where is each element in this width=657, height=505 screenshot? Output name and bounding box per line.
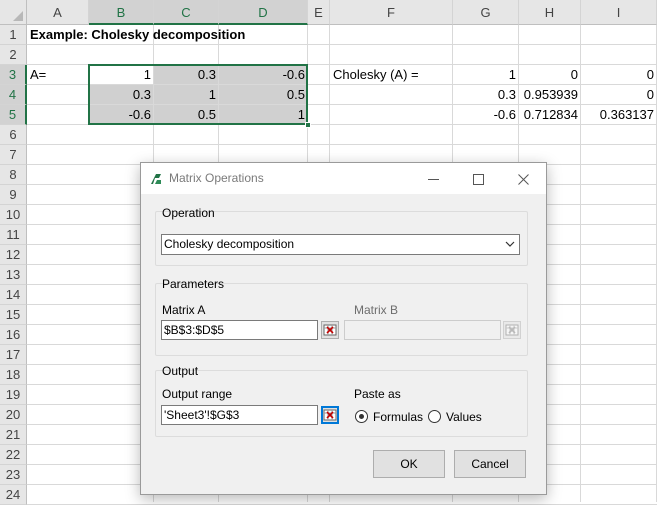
cholesky-result-cell[interactable]: 0.3 — [453, 85, 519, 104]
gridline-horizontal — [27, 124, 657, 125]
cholesky-result-cell[interactable]: 0 — [581, 65, 657, 84]
operation-select-value: Cholesky decomposition — [164, 237, 295, 251]
row-header-11[interactable]: 11 — [0, 225, 27, 245]
sheet-title: Example: Cholesky decomposition — [30, 27, 246, 42]
paste-values-label: Values — [446, 410, 482, 424]
matrix-a-label: Matrix A — [162, 303, 206, 317]
row-header-8[interactable]: 8 — [0, 165, 27, 185]
paste-formulas-radio[interactable]: Formulas — [355, 409, 430, 425]
fill-handle[interactable] — [305, 122, 311, 128]
operation-select[interactable]: Cholesky decomposition — [161, 234, 520, 255]
close-button[interactable] — [501, 163, 546, 194]
matrix-a-cell[interactable]: 0.3 — [154, 65, 219, 84]
row-header-21[interactable]: 21 — [0, 425, 27, 445]
matrix-b-label: Matrix B — [354, 303, 399, 317]
row-header-19[interactable]: 19 — [0, 385, 27, 405]
maximize-button[interactable] — [456, 163, 501, 194]
column-header-h[interactable]: H — [519, 0, 581, 25]
chevron-down-icon — [505, 241, 515, 247]
column-header-i[interactable]: I — [581, 0, 657, 25]
gridline-horizontal — [27, 144, 657, 145]
row-header-9[interactable]: 9 — [0, 185, 27, 205]
matrix-operations-dialog: Matrix Operations Operation Cholesky dec… — [140, 162, 547, 495]
matrix-a-cell[interactable]: -0.6 — [219, 65, 308, 84]
range-select-icon — [323, 409, 337, 421]
matrix-a-cell[interactable]: 0.5 — [219, 85, 308, 104]
cholesky-result-cell[interactable]: 0.363137 — [581, 105, 657, 124]
row-header-20[interactable]: 20 — [0, 405, 27, 425]
column-header-g[interactable]: G — [453, 0, 519, 25]
app-logo-icon — [151, 174, 161, 184]
radio-selected-icon — [355, 410, 368, 423]
minimize-button[interactable] — [411, 163, 456, 194]
output-range-input[interactable]: 'Sheet3'!$G$3 — [161, 405, 318, 425]
minimize-icon — [428, 178, 439, 180]
matrix-b-input — [344, 320, 501, 340]
matrix-a-cell[interactable]: 0.5 — [154, 105, 219, 124]
column-header-d[interactable]: D — [219, 0, 308, 25]
row-header-6[interactable]: 6 — [0, 125, 27, 145]
cholesky-result-cell[interactable]: -0.6 — [453, 105, 519, 124]
cancel-button[interactable]: Cancel — [454, 450, 526, 478]
row-header-3[interactable]: 3 — [0, 65, 27, 85]
column-header-e[interactable]: E — [308, 0, 330, 25]
row-header-4[interactable]: 4 — [0, 85, 27, 105]
ok-button[interactable]: OK — [373, 450, 445, 478]
operation-group-label: Operation — [162, 206, 215, 220]
row-header-16[interactable]: 16 — [0, 325, 27, 345]
column-header-a[interactable]: A — [27, 0, 89, 25]
paste-as-label: Paste as — [354, 387, 401, 401]
output-range-label: Output range — [162, 387, 233, 401]
matrix-a-cell[interactable]: 1 — [154, 85, 219, 104]
row-header-13[interactable]: 13 — [0, 265, 27, 285]
parameters-group-label: Parameters — [162, 277, 225, 291]
select-all-corner[interactable] — [0, 0, 27, 25]
matrix-a-cell[interactable]: -0.6 — [89, 105, 154, 124]
paste-values-radio[interactable]: Values — [428, 409, 498, 425]
cholesky-result-cell[interactable]: 0.953939 — [519, 85, 581, 104]
output-range-button[interactable] — [321, 406, 339, 424]
column-header-b[interactable]: B — [89, 0, 154, 25]
matrix-a-range-button[interactable] — [321, 321, 339, 339]
column-header-c[interactable]: C — [154, 0, 219, 25]
output-group — [155, 370, 528, 437]
row-header-23[interactable]: 23 — [0, 465, 27, 485]
row-header-24[interactable]: 24 — [0, 485, 27, 505]
cholesky-result-cell[interactable]: 0.712834 — [519, 105, 581, 124]
row-header-7[interactable]: 7 — [0, 145, 27, 165]
dialog-titlebar[interactable]: Matrix Operations — [141, 163, 546, 194]
gridline-horizontal — [27, 44, 657, 45]
matrix-a-cell[interactable]: 0.3 — [89, 85, 154, 104]
range-select-icon — [323, 324, 337, 336]
output-group-label: Output — [162, 364, 199, 378]
matrix-a-cell[interactable]: 1 — [219, 105, 308, 124]
row-header-22[interactable]: 22 — [0, 445, 27, 465]
column-header-f[interactable]: F — [330, 0, 453, 25]
paste-formulas-label: Formulas — [373, 410, 424, 424]
row-header-12[interactable]: 12 — [0, 245, 27, 265]
range-select-icon — [505, 324, 519, 336]
row-header-18[interactable]: 18 — [0, 365, 27, 385]
row-header-17[interactable]: 17 — [0, 345, 27, 365]
cholesky-result-cell[interactable]: 0 — [519, 65, 581, 84]
cholesky-sheet-label: Cholesky (A) = — [333, 67, 419, 82]
cholesky-result-cell[interactable]: 1 — [453, 65, 519, 84]
radio-unselected-icon — [428, 410, 441, 423]
row-header-15[interactable]: 15 — [0, 305, 27, 325]
row-header-1[interactable]: 1 — [0, 25, 27, 45]
matrix-b-range-button — [503, 321, 521, 339]
matrix-a-sheet-label: A= — [30, 67, 47, 82]
cholesky-result-cell[interactable]: 0 — [581, 85, 657, 104]
row-header-2[interactable]: 2 — [0, 45, 27, 65]
row-header-14[interactable]: 14 — [0, 285, 27, 305]
row-header-10[interactable]: 10 — [0, 205, 27, 225]
row-header-5[interactable]: 5 — [0, 105, 27, 125]
matrix-a-input[interactable]: $B$3:$D$5 — [161, 320, 318, 340]
maximize-icon — [473, 173, 484, 185]
close-icon — [518, 173, 529, 185]
dialog-title: Matrix Operations — [169, 171, 264, 185]
matrix-a-cell[interactable]: 1 — [89, 65, 154, 84]
